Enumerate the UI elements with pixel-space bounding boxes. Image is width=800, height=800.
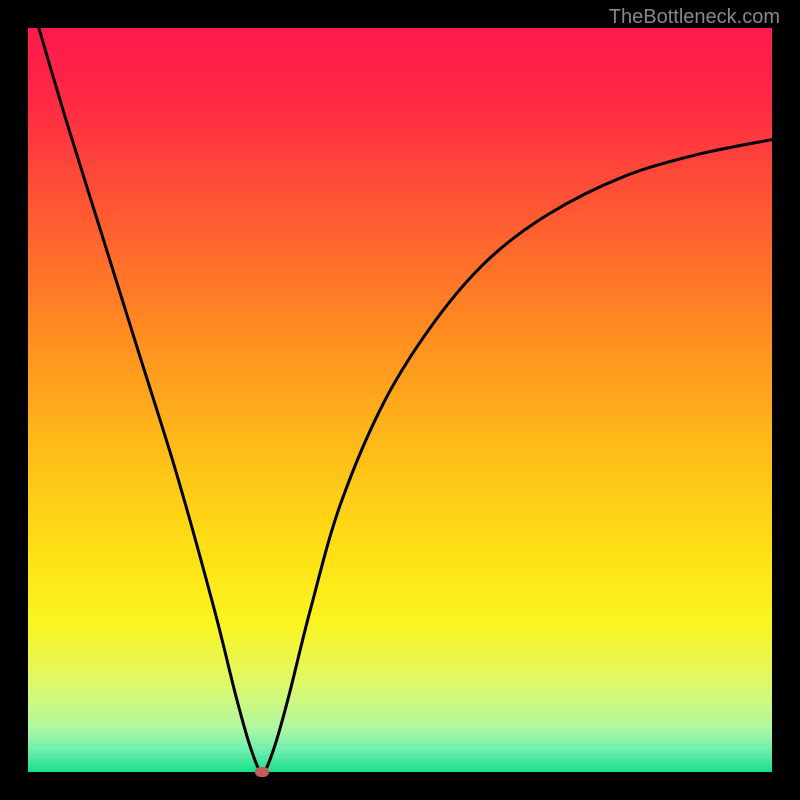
optimal-point-marker <box>255 767 269 777</box>
chart-svg <box>28 28 772 772</box>
bottleneck-curve <box>28 28 772 772</box>
watermark: TheBottleneck.com <box>609 6 780 29</box>
